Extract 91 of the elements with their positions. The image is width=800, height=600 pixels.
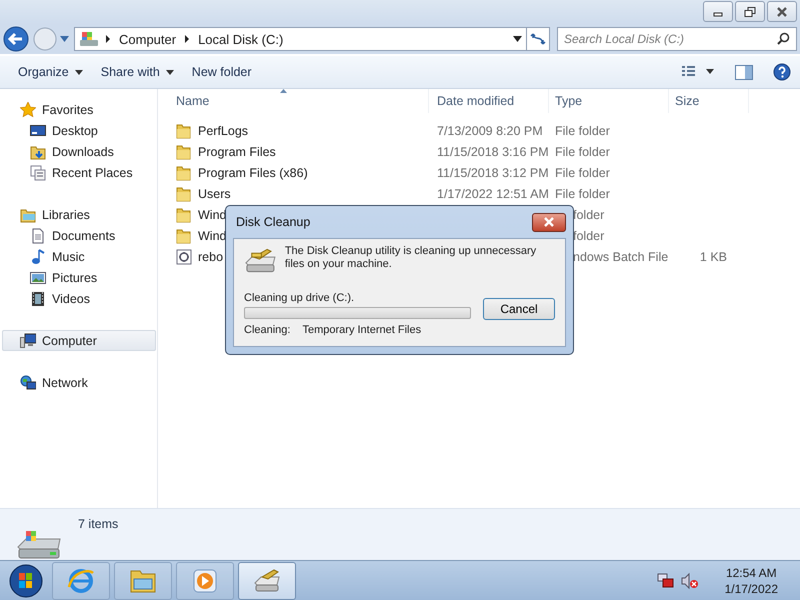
cleaning-item: Temporary Internet Files (302, 324, 422, 336)
sidebar-item[interactable]: Desktop (0, 120, 156, 141)
film-icon (30, 290, 46, 306)
sidebar-item[interactable]: Computer (2, 330, 156, 351)
folder-icon (30, 144, 46, 160)
folder-icon (176, 228, 192, 244)
column-header[interactable]: Date modified (429, 89, 549, 113)
chevron-icon[interactable] (105, 35, 111, 43)
column-header[interactable]: Type (549, 89, 669, 113)
chevron-icon[interactable] (184, 35, 190, 43)
sidebar-item[interactable]: Favorites (0, 99, 156, 120)
play-icon (191, 566, 219, 594)
file-name[interactable]: Program Files (x86) (198, 166, 308, 180)
dialog-title: Disk Cleanup (236, 215, 310, 229)
progress-label: Cleaning up drive (C:). (244, 292, 356, 304)
file-size: 1 KB (700, 250, 727, 264)
file-name[interactable]: PerfLogs (198, 124, 248, 138)
close-icon (776, 6, 788, 16)
sidebar-item[interactable]: Recent Places (0, 162, 156, 183)
sort-arrow-icon (280, 89, 287, 93)
cleaning-label: Cleaning: (244, 324, 290, 336)
date-modified: 11/15/2018 3:12 PM (437, 166, 549, 180)
file-name[interactable]: Program Files (198, 144, 276, 158)
globe-icon (20, 374, 36, 390)
dropdown-caret-icon[interactable] (513, 36, 522, 42)
sidebar-item[interactable]: Pictures (0, 267, 156, 288)
toolbar-button[interactable]: Organize (10, 61, 91, 83)
column-header[interactable]: Size (669, 89, 749, 113)
taskbar-button[interactable] (114, 562, 172, 600)
file-name[interactable]: rebo (198, 250, 224, 264)
sidebar-item[interactable]: Network (0, 372, 156, 393)
date-modified: 7/13/2009 8:20 PM (437, 124, 543, 138)
file-type: ndows Batch File (573, 250, 668, 264)
file-type: File folder (555, 186, 610, 200)
caret-icon (74, 70, 83, 74)
restore-icon (744, 6, 756, 16)
file-type: folder (573, 228, 604, 242)
file-type: File folder (555, 144, 610, 158)
taskbar-button[interactable] (238, 562, 296, 600)
drive-icon (79, 30, 99, 48)
music-note-icon (30, 248, 46, 264)
file-type: File folder (555, 166, 610, 180)
toolbar-button[interactable]: New folder (184, 61, 260, 83)
close-button[interactable] (532, 212, 566, 232)
clock-date: 1/17/2022 (724, 580, 778, 596)
back-button[interactable] (3, 26, 29, 52)
close-button[interactable] (767, 1, 797, 22)
file-type: File folder (555, 124, 610, 138)
sidebar-item[interactable]: Music (0, 246, 156, 267)
file-name[interactable]: Users (198, 186, 231, 200)
file-type: folder (573, 208, 604, 222)
date-modified: 1/17/2022 12:51 AM (437, 186, 549, 200)
clock-time: 12:54 AM (726, 564, 777, 580)
folder-icon (20, 206, 36, 222)
caret-icon (166, 70, 174, 74)
history-caret-icon[interactable] (60, 36, 69, 42)
muted-speaker-icon[interactable] (680, 572, 699, 590)
breadcrumb[interactable]: Local Disk (C:) (198, 32, 284, 46)
disk-cleanup-icon (253, 566, 281, 594)
search-icon[interactable] (777, 32, 790, 45)
refresh-icon (530, 32, 546, 46)
search-field[interactable]: Search Local Disk (C:) (557, 27, 797, 51)
refresh-button[interactable] (527, 27, 550, 51)
window-icon (30, 164, 46, 180)
browser-icon (67, 566, 95, 594)
close-icon (542, 217, 556, 227)
address-bar[interactable]: Computer Local Disk (C:) (74, 27, 527, 51)
folder-icon (176, 186, 192, 202)
folder-icon (176, 206, 192, 222)
date-modified: 11/15/2018 3:16 PM (437, 144, 549, 158)
document-icon (30, 228, 46, 244)
cancel-button[interactable]: Cancel (483, 298, 555, 320)
item-count: 7 items (78, 517, 118, 531)
star-icon (20, 102, 36, 118)
sidebar-item[interactable]: Videos (0, 288, 156, 309)
network-icon[interactable] (656, 572, 675, 590)
monitor-icon (30, 122, 46, 138)
sidebar-item[interactable]: Documents (0, 225, 156, 246)
folder-icon (176, 122, 192, 138)
breadcrumb[interactable]: Computer (119, 32, 176, 46)
picture-icon (30, 270, 46, 286)
sidebar-item[interactable]: Libraries (0, 204, 156, 225)
dialog-message: The Disk Cleanup utility is cleaning up unnecessary files on your machine. (284, 245, 538, 271)
sidebar-item[interactable]: Downloads (0, 141, 156, 162)
minimize-button[interactable] (703, 1, 733, 22)
column-header[interactable]: Name (158, 89, 429, 113)
folder-icon (176, 164, 192, 180)
computer-icon (20, 332, 36, 348)
toolbar-button[interactable]: Share with (92, 61, 182, 83)
restore-button[interactable] (735, 1, 765, 22)
folder-icon (176, 144, 192, 160)
